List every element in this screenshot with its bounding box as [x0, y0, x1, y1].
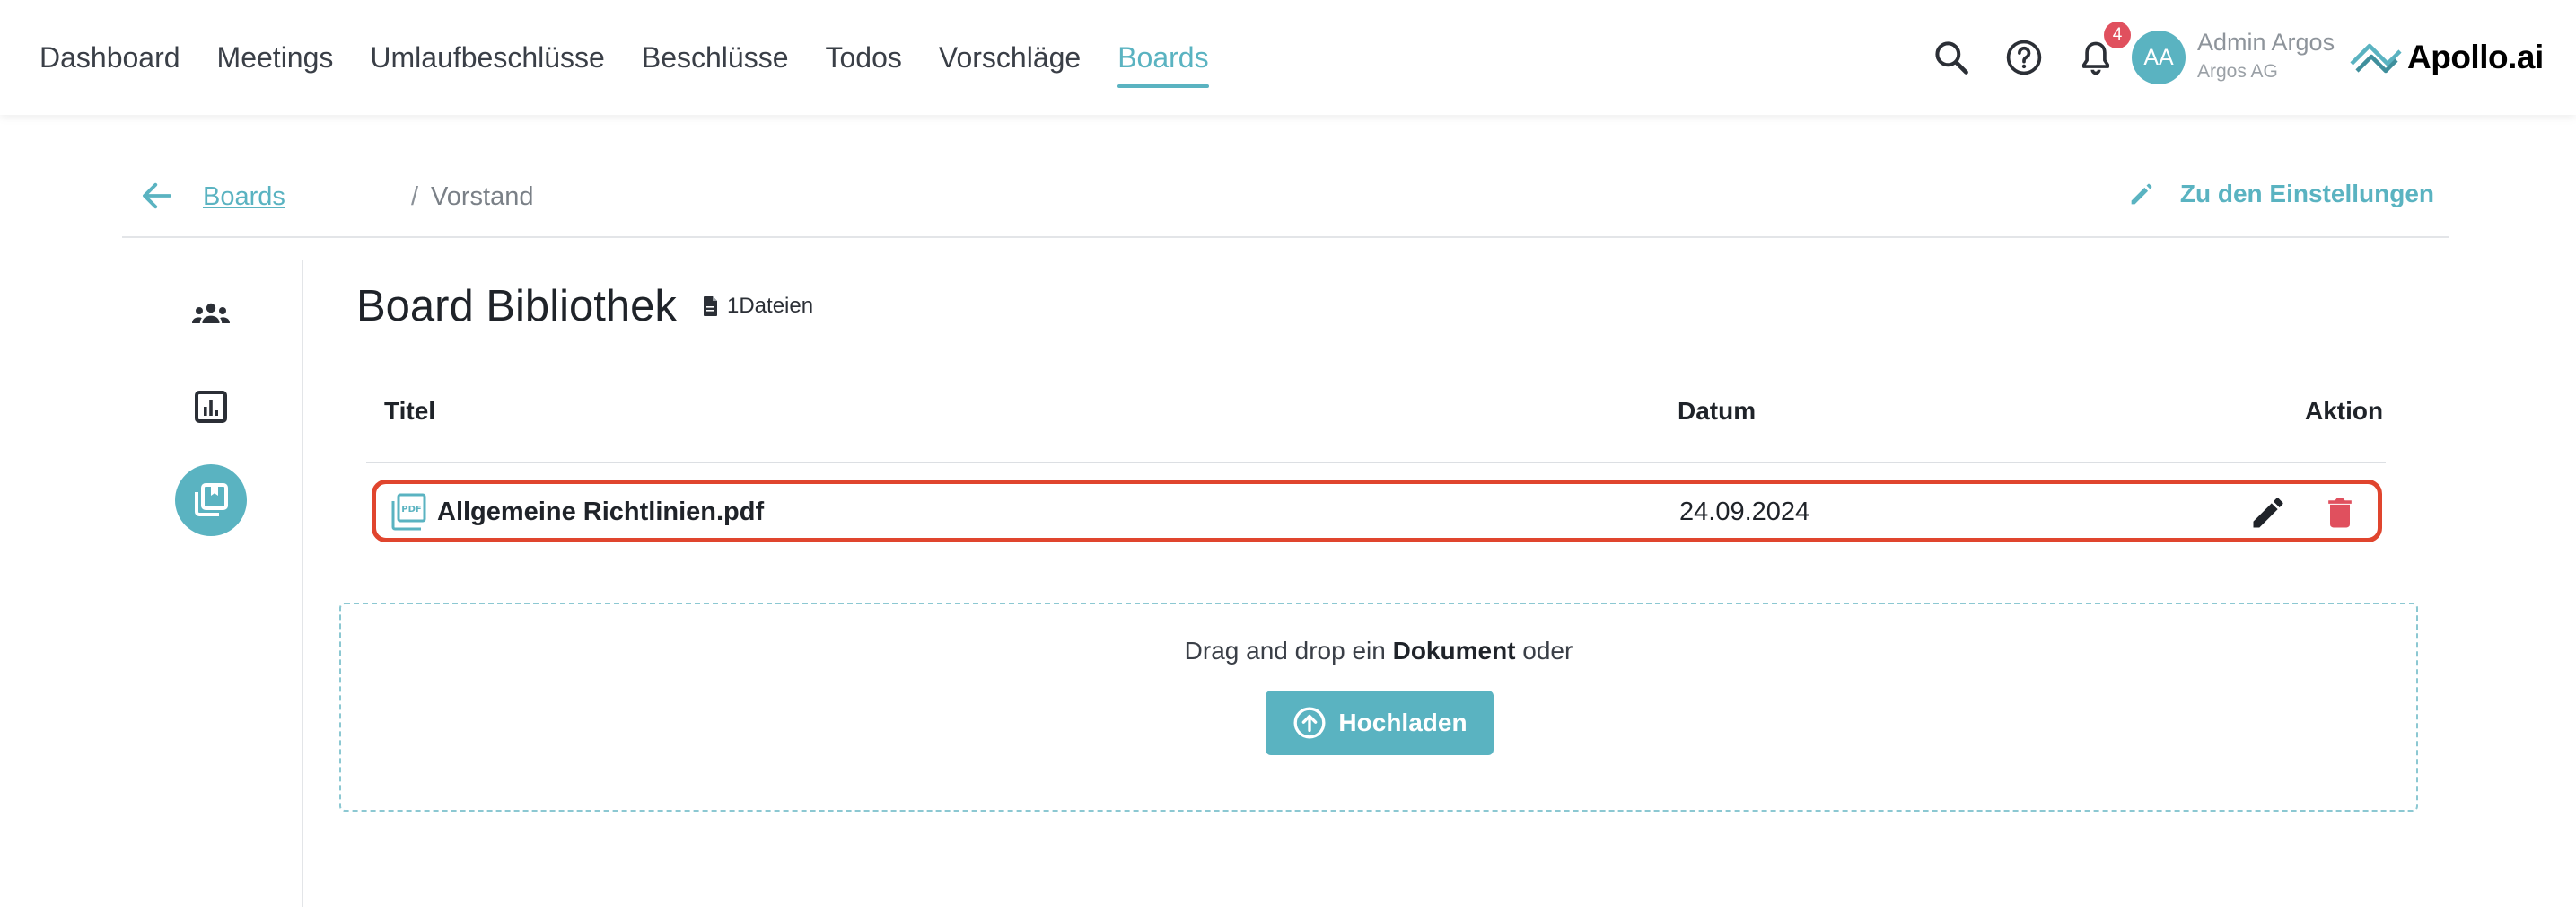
document-icon	[704, 296, 717, 316]
rail-library-button[interactable]	[175, 464, 247, 536]
page-title: Board Bibliothek	[356, 282, 677, 330]
file-count-label: 1Dateien	[727, 294, 814, 318]
table-header-divider	[366, 462, 2386, 463]
bar-chart-icon	[195, 391, 227, 423]
user-name[interactable]: Admin Argos	[2197, 29, 2335, 57]
file-count: 1Dateien	[702, 294, 813, 319]
breadcrumb-separator: /	[411, 182, 419, 211]
upload-icon	[1293, 707, 1326, 739]
upload-dropzone[interactable]: Drag and drop ein Dokument oder Hochlade…	[339, 603, 2418, 812]
notification-badge: 4	[2102, 20, 2133, 50]
nav-umlaufbeschluesse[interactable]: Umlaufbeschlüsse	[370, 0, 604, 115]
top-navigation-bar: Dashboard Meetings Umlaufbeschlüsse Besc…	[0, 0, 2576, 115]
upload-button[interactable]: Hochladen	[1266, 691, 1494, 755]
avatar[interactable]: AA	[2132, 31, 2186, 84]
library-icon	[195, 483, 228, 516]
rail-divider	[302, 260, 303, 907]
table-row[interactable]: PDF Allgemeine Richtlinien.pdf 24.09.202…	[372, 480, 2382, 542]
pencil-icon	[2131, 183, 2152, 205]
pdf-file-icon: PDF	[390, 493, 426, 531]
column-header-date: Datum	[1678, 397, 1757, 425]
file-date: 24.09.2024	[1679, 498, 1810, 526]
breadcrumb-current: Vorstand	[431, 182, 534, 211]
trash-icon	[2328, 498, 2352, 528]
settings-label: Zu den Einstellungen	[2179, 180, 2434, 207]
group-icon	[192, 303, 230, 323]
rail-statistics-button[interactable]	[175, 371, 247, 443]
settings-link[interactable]: Zu den Einstellungen	[2126, 179, 2434, 209]
nav-vorschlaege[interactable]: Vorschläge	[939, 0, 1081, 115]
help-icon[interactable]	[2004, 38, 2044, 77]
user-organization: Argos AG	[2197, 61, 2278, 82]
apollo-logo[interactable]: Apollo.ai	[2350, 31, 2544, 84]
breadcrumb: Boards / Vorstand Zu den Einstellungen	[122, 157, 2449, 238]
search-icon[interactable]	[1932, 38, 1971, 77]
dropzone-text: Drag and drop ein Dokument oder	[1184, 637, 1573, 665]
file-title[interactable]: Allgemeine Richtlinien.pdf	[437, 498, 764, 527]
nav-todos[interactable]: Todos	[825, 0, 901, 115]
nav-dashboard[interactable]: Dashboard	[39, 0, 180, 115]
logo-text: Apollo.ai	[2407, 39, 2544, 75]
nav-beschluesse[interactable]: Beschlüsse	[642, 0, 789, 115]
svg-text:PDF: PDF	[401, 505, 421, 515]
delete-button[interactable]	[2320, 493, 2360, 533]
column-header-title: Titel	[384, 397, 436, 425]
main-nav: Dashboard Meetings Umlaufbeschlüsse Besc…	[39, 0, 1246, 115]
back-arrow-icon[interactable]	[138, 177, 176, 215]
nav-boards[interactable]: Boards	[1117, 0, 1209, 115]
column-header-action: Aktion	[2305, 397, 2384, 425]
upload-button-label: Hochladen	[1338, 709, 1468, 736]
apollo-logo-icon	[2350, 43, 2402, 74]
rail-members-button[interactable]	[175, 278, 247, 350]
nav-meetings[interactable]: Meetings	[217, 0, 334, 115]
edit-button[interactable]	[2248, 493, 2288, 533]
pencil-icon	[2253, 498, 2283, 528]
breadcrumb-boards-link[interactable]: Boards	[203, 182, 285, 212]
